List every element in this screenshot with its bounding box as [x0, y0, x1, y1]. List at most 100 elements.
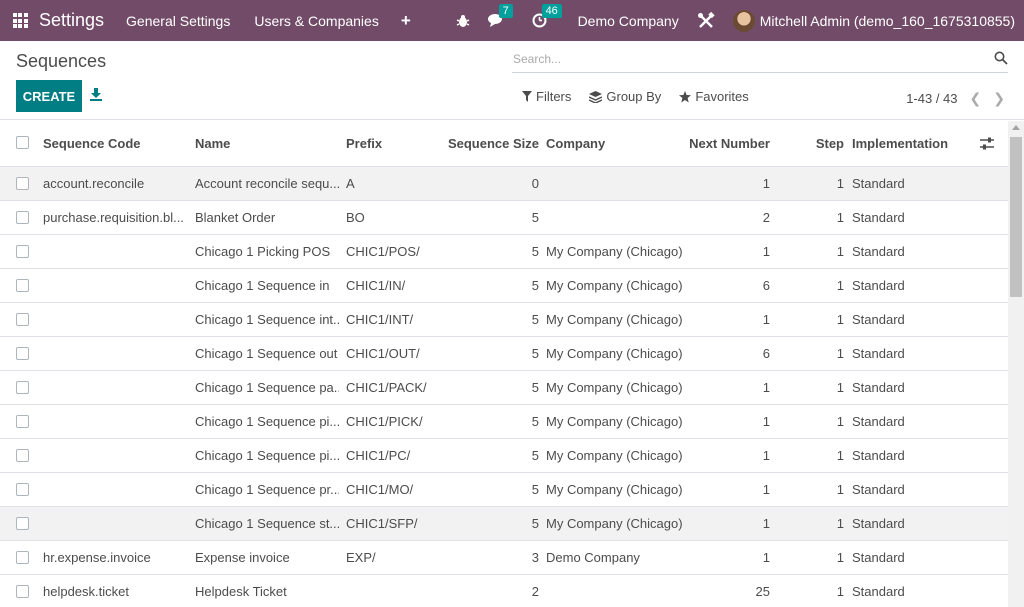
table-row[interactable]: Chicago 1 Sequence int... CHIC1/INT/5 My C… [0, 303, 1008, 337]
scroll-up-icon[interactable] [1012, 125, 1020, 130]
layers-icon [589, 90, 603, 103]
download-icon[interactable] [89, 87, 105, 103]
cell-prefix [346, 575, 446, 607]
column-header-implementation[interactable]: Implementation [852, 121, 972, 166]
control-panel: Sequences CREATE Filters Group By [0, 41, 1024, 120]
row-checkbox[interactable] [16, 415, 29, 428]
cell-name: Helpdesk Ticket [195, 584, 287, 599]
row-checkbox[interactable] [16, 381, 29, 394]
table-row[interactable]: helpdesk.ticket Helpdesk Ticket 2 25 1 Standa… [0, 575, 1008, 607]
cell-sequence-code [43, 337, 183, 370]
debug-bug-icon[interactable] [456, 14, 470, 28]
pager-value[interactable]: 1-43 / 43 [906, 91, 957, 106]
list-scrollbar[interactable] [1008, 121, 1024, 607]
search-icon[interactable] [994, 51, 1008, 65]
select-all-checkbox[interactable] [16, 136, 29, 149]
cell-next-number: 1 [762, 312, 770, 327]
cell-implementation: Standard [852, 584, 905, 599]
sequences-list: Sequence Code Name Prefix Sequence Size … [0, 121, 1008, 607]
groupby-toggle[interactable]: Group By [589, 89, 661, 104]
app-name[interactable]: Settings [39, 10, 104, 31]
column-header-next-number[interactable]: Next Number [660, 121, 770, 166]
column-header-name[interactable]: Name [195, 121, 339, 166]
menu-general-settings[interactable]: General Settings [126, 13, 230, 29]
row-checkbox[interactable] [16, 449, 29, 462]
row-checkbox[interactable] [16, 211, 29, 224]
apps-menu-icon[interactable] [2, 0, 38, 41]
cell-name: Account reconcile sequ... [195, 176, 339, 191]
cell-prefix: CHIC1/IN/ [346, 278, 406, 293]
row-checkbox[interactable] [16, 313, 29, 326]
cell-step: 1 [836, 448, 844, 463]
cell-next-number: 1 [762, 482, 770, 497]
table-row[interactable]: Chicago 1 Sequence in CHIC1/IN/5 My Compan… [0, 269, 1008, 303]
search-bar [512, 49, 1008, 73]
cell-implementation: Standard [852, 482, 905, 497]
table-header: Sequence Code Name Prefix Sequence Size … [0, 121, 1008, 167]
messages-count-badge: 7 [498, 4, 513, 18]
row-checkbox[interactable] [16, 517, 29, 530]
menu-plus-icon[interactable]: + [401, 11, 411, 31]
table-row[interactable]: Chicago 1 Sequence pa... CHIC1/PACK/5 My C… [0, 371, 1008, 405]
cell-sequence-size: 5 [531, 244, 539, 259]
cell-step: 1 [836, 176, 844, 191]
search-input[interactable] [512, 49, 972, 69]
table-row[interactable]: account.reconcile Account reconcile sequ.… [0, 167, 1008, 201]
favorites-toggle[interactable]: Favorites [679, 89, 749, 104]
pager: 1-43 / 43 ❮ ❯ [906, 90, 1005, 107]
cell-prefix: CHIC1/INT/ [346, 312, 414, 327]
table-row[interactable]: Chicago 1 Sequence out CHIC1/OUT/5 My Comp… [0, 337, 1008, 371]
row-checkbox[interactable] [16, 245, 29, 258]
table-row[interactable]: Chicago 1 Sequence st... CHIC1/SFP/5 My Co… [0, 507, 1008, 541]
menu-users-companies[interactable]: Users & Companies [254, 13, 379, 29]
cell-sequence-size: 5 [531, 482, 539, 497]
activities-clock-icon[interactable]: 46 [532, 4, 562, 28]
table-row[interactable]: hr.expense.invoice Expense invoice EXP/3 De… [0, 541, 1008, 575]
messages-icon[interactable]: 7 [487, 4, 513, 28]
column-header-sequence-size[interactable]: Sequence Size [440, 121, 539, 166]
filters-label: Filters [536, 89, 572, 104]
page-title: Sequences [16, 51, 107, 71]
tools-icon[interactable] [697, 11, 715, 30]
row-checkbox[interactable] [16, 483, 29, 496]
cell-sequence-size: 5 [531, 210, 539, 225]
cell-implementation: Standard [852, 312, 905, 327]
star-icon [679, 90, 692, 102]
table-row[interactable]: Chicago 1 Sequence pi... CHIC1/PC/5 My Com… [0, 439, 1008, 473]
table-row[interactable]: purchase.requisition.bl... Blanket Order B… [0, 201, 1008, 235]
table-row[interactable]: Chicago 1 Sequence pr... CHIC1/MO/5 My Com… [0, 473, 1008, 507]
table-row[interactable]: Chicago 1 Picking POS CHIC1/POS/5 My Compa… [0, 235, 1008, 269]
cell-next-number: 1 [762, 244, 770, 259]
cell-implementation: Standard [852, 176, 905, 191]
row-checkbox[interactable] [16, 347, 29, 360]
cell-sequence-size: 5 [531, 380, 539, 395]
cell-sequence-code [43, 405, 183, 438]
row-checkbox[interactable] [16, 279, 29, 292]
row-checkbox[interactable] [16, 585, 29, 598]
create-button[interactable]: CREATE [16, 80, 82, 112]
row-checkbox[interactable] [16, 551, 29, 564]
table-row[interactable]: Chicago 1 Sequence pi... CHIC1/PICK/5 My C… [0, 405, 1008, 439]
cell-prefix: CHIC1/PC/ [346, 448, 411, 463]
cell-step: 1 [836, 380, 844, 395]
cell-step: 1 [836, 516, 844, 531]
cell-implementation: Standard [852, 380, 905, 395]
user-menu[interactable]: Mitchell Admin (demo_160_1675310855) [732, 9, 1015, 32]
optional-columns-icon[interactable] [980, 137, 994, 153]
cell-sequence-size: 5 [531, 414, 539, 429]
cell-step: 1 [836, 244, 844, 259]
column-header-prefix[interactable]: Prefix [346, 121, 446, 166]
column-header-step[interactable]: Step [780, 121, 844, 166]
company-switcher[interactable]: Demo Company [578, 13, 679, 29]
cell-prefix: CHIC1/MO/ [346, 482, 414, 497]
pager-next-icon[interactable]: ❯ [993, 90, 1005, 107]
pager-previous-icon[interactable]: ❮ [970, 90, 982, 107]
top-navbar: Settings General Settings Users & Compan… [0, 0, 1024, 41]
filters-toggle[interactable]: Filters [522, 89, 571, 104]
cell-next-number: 6 [762, 346, 770, 361]
row-checkbox[interactable] [16, 177, 29, 190]
scrollbar-thumb[interactable] [1010, 137, 1022, 297]
column-header-sequence-code[interactable]: Sequence Code [43, 121, 183, 166]
cell-implementation: Standard [852, 210, 905, 225]
cell-sequence-code [43, 235, 183, 268]
